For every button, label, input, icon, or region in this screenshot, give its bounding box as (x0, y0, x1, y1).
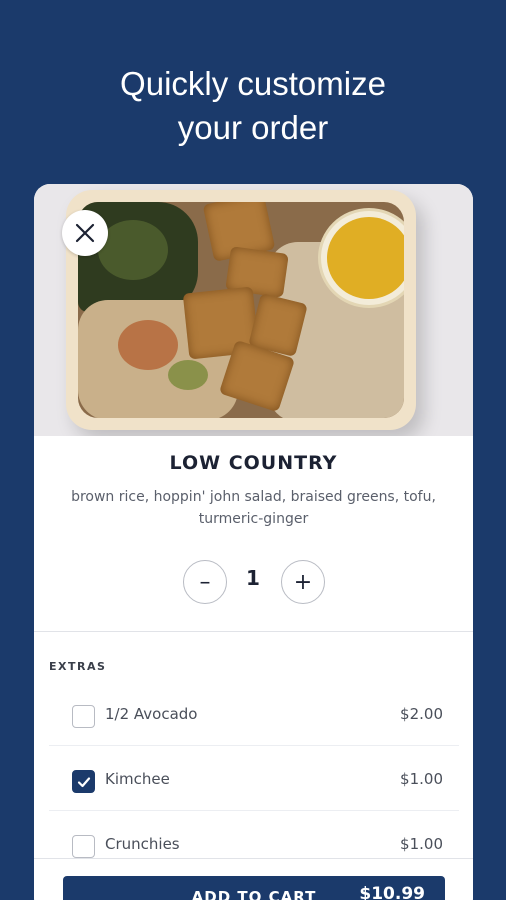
crunchies-checkbox[interactable] (72, 835, 95, 858)
item-customize-card: LOW COUNTRY brown rice, hoppin' john sal… (34, 184, 473, 900)
close-button[interactable] (62, 210, 108, 256)
extras-heading: EXTRAS (49, 660, 107, 673)
item-description: brown rice, hoppin' john salad, braised … (71, 489, 436, 527)
promo-screen: Quickly customize your order LOW COUNTRY… (0, 0, 506, 900)
avocado-checkbox[interactable] (72, 705, 95, 728)
extra-name: Kimchee (105, 770, 170, 788)
add-to-cart-button[interactable]: ADD TO CART $10.99 (63, 876, 445, 900)
promo-headline: Quickly customize your order (0, 62, 506, 150)
extra-price: $1.00 (400, 770, 443, 788)
extra-name: Crunchies (105, 835, 180, 853)
close-icon (75, 223, 95, 243)
kimchee-checkbox[interactable] (72, 770, 95, 793)
extra-price: $1.00 (400, 835, 443, 853)
extra-price: $2.00 (400, 705, 443, 723)
bowl-image (66, 190, 416, 430)
extra-option-avocado[interactable]: 1/2 Avocado $2.00 (49, 686, 459, 746)
headline-line-2: your order (177, 109, 329, 146)
extra-name: 1/2 Avocado (105, 705, 198, 723)
item-title: LOW COUNTRY (169, 452, 338, 474)
increase-quantity-button[interactable]: + (281, 560, 325, 604)
row-divider (49, 745, 459, 746)
item-photo (34, 184, 473, 436)
headline-line-1: Quickly customize (120, 65, 386, 102)
checkmark-icon (77, 776, 90, 787)
extra-option-kimchee[interactable]: Kimchee $1.00 (49, 751, 459, 811)
section-divider (34, 631, 473, 632)
decrease-quantity-button[interactable]: – (183, 560, 227, 604)
quantity-stepper: – 1 + (34, 560, 473, 606)
row-divider (49, 810, 459, 811)
quantity-value: 1 (246, 566, 260, 590)
cart-total: $10.99 (359, 884, 425, 900)
